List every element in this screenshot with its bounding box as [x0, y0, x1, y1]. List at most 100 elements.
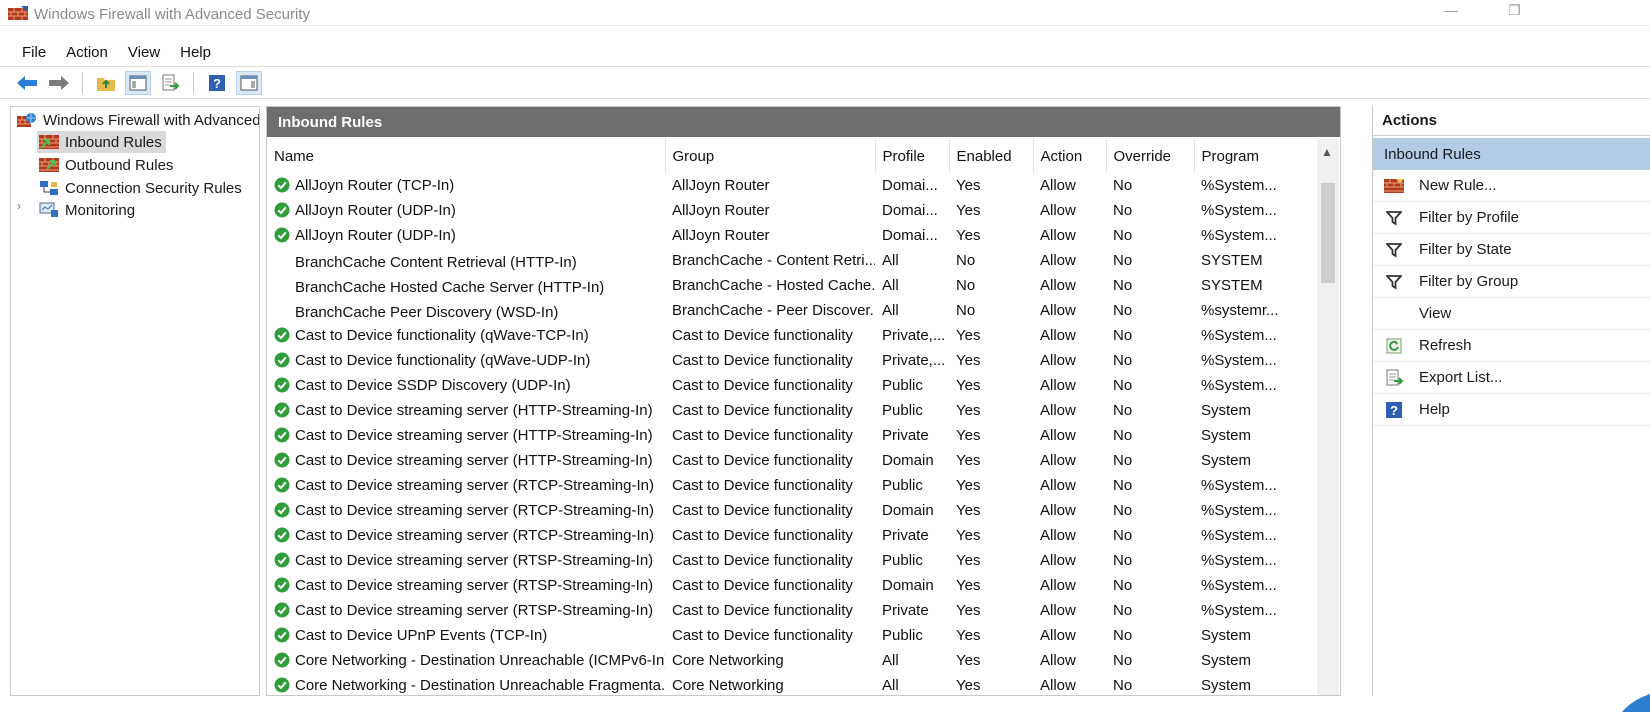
cell-override: No [1113, 452, 1133, 469]
column-header-program[interactable]: Program [1194, 139, 1318, 173]
table-row[interactable]: Cast to Device functionality (qWave-TCP-… [267, 323, 1317, 348]
cell-program: %System... [1201, 227, 1277, 244]
table-row[interactable]: BranchCache Peer Discovery (WSD-In) Branc… [267, 298, 1317, 323]
tree-item-outbound-rules[interactable]: Outbound Rules [39, 154, 173, 176]
action-refresh[interactable]: Refresh [1373, 330, 1650, 362]
corner-decoration-icon [1622, 694, 1650, 712]
action-label: Filter by Group [1419, 273, 1519, 290]
action-filter-by-profile[interactable]: Filter by Profile [1373, 202, 1650, 234]
tree-item-inbound-rules[interactable]: Inbound Rules [37, 131, 166, 153]
show-hide-console-tree-icon[interactable] [125, 70, 151, 95]
table-row[interactable]: BranchCache Content Retrieval (HTTP-In) B… [267, 248, 1317, 273]
table-row[interactable]: AllJoyn Router (UDP-In) AllJoyn Router Dom… [267, 223, 1317, 248]
table-row[interactable]: Core Networking - Destination Unreachabl… [267, 648, 1317, 673]
outbound-rules-icon [39, 158, 59, 172]
table-row[interactable]: Cast to Device streaming server (HTTP-St… [267, 448, 1317, 473]
column-header-profile[interactable]: Profile [875, 139, 950, 173]
table-row[interactable]: AllJoyn Router (TCP-In) AllJoyn Router Dom… [267, 173, 1317, 198]
actions-section-inbound-rules[interactable]: Inbound Rules [1373, 138, 1650, 170]
vertical-scrollbar[interactable]: ▲ [1317, 139, 1339, 695]
cell-group: Cast to Device functionality [672, 627, 853, 644]
cell-action: Allow [1040, 552, 1076, 569]
show-hide-action-pane-icon[interactable] [236, 70, 262, 95]
tree-root[interactable]: Windows Firewall with Advanced Security … [17, 109, 259, 131]
table-row[interactable]: Cast to Device SSDP Discovery (UDP-In) Ca… [267, 373, 1317, 398]
tree-item-connection-security-rules[interactable]: Connection Security Rules [39, 177, 242, 199]
forward-arrow-icon[interactable] [46, 71, 72, 95]
cell-action: Allow [1040, 577, 1076, 594]
menu-action[interactable]: Action [66, 44, 108, 61]
connection-security-icon [40, 181, 58, 195]
back-arrow-icon[interactable] [14, 71, 40, 95]
table-row[interactable]: Cast to Device streaming server (RTCP-St… [267, 473, 1317, 498]
cell-override: No [1113, 302, 1133, 319]
up-folder-icon[interactable] [93, 71, 119, 95]
help-icon: ? [1384, 401, 1404, 419]
cell-name: Core Networking - Destination Unreachabl… [267, 648, 665, 673]
cell-group: Cast to Device functionality [672, 577, 853, 594]
action-label: Filter by Profile [1419, 209, 1520, 226]
table-row[interactable]: Cast to Device functionality (qWave-UDP-… [267, 348, 1317, 373]
column-header-enabled[interactable]: Enabled [949, 139, 1034, 173]
menu-file[interactable]: File [22, 44, 46, 61]
cell-override: No [1113, 652, 1133, 669]
filter-icon [1384, 209, 1404, 227]
cell-name: Cast to Device functionality (qWave-TCP-… [267, 323, 665, 348]
cell-name: AllJoyn Router (TCP-In) [267, 173, 665, 198]
column-header-action[interactable]: Action [1033, 139, 1107, 173]
table-row[interactable]: Cast to Device streaming server (RTCP-St… [267, 498, 1317, 523]
action-export-list[interactable]: Export List... [1373, 362, 1650, 394]
cell-program: System [1201, 627, 1252, 644]
restore-icon[interactable]: ❐ [1508, 2, 1521, 19]
export-list-icon[interactable] [157, 71, 183, 95]
cell-enabled: Yes [956, 502, 981, 519]
blank-icon [274, 276, 290, 292]
cell-action: Allow [1040, 452, 1076, 469]
menu-view[interactable]: View [128, 44, 160, 61]
cell-action: Allow [1040, 477, 1076, 494]
table-row[interactable]: Cast to Device streaming server (RTSP-St… [267, 598, 1317, 623]
new-rule-icon [1384, 177, 1404, 195]
action-label: Filter by State [1419, 241, 1512, 258]
tree-item-monitoring[interactable]: Monitoring [39, 199, 135, 221]
cell-program: SYSTEM [1201, 252, 1263, 269]
title-bar: Windows Firewall with Advanced Security … [0, 0, 1650, 26]
action-filter-by-state[interactable]: Filter by State [1373, 234, 1650, 266]
help-icon[interactable]: ? [204, 71, 230, 95]
scroll-up-icon[interactable]: ▲ [1321, 145, 1333, 159]
toolbar-separator [82, 71, 83, 94]
actions-section-label: Inbound Rules [1384, 145, 1481, 163]
export-list-icon [1384, 369, 1404, 387]
column-header-override[interactable]: Override [1106, 139, 1195, 173]
minimize-icon[interactable]: — [1444, 2, 1458, 18]
table-row[interactable]: Cast to Device streaming server (HTTP-St… [267, 398, 1317, 423]
table-row[interactable]: Cast to Device streaming server (HTTP-St… [267, 423, 1317, 448]
cell-name: BranchCache Content Retrieval (HTTP-In) [267, 248, 665, 273]
column-header-group[interactable]: Group [665, 139, 876, 173]
blank-icon [274, 251, 290, 267]
rule-name: Cast to Device streaming server (HTTP-St… [295, 427, 653, 444]
cell-profile: Private [882, 427, 929, 444]
action-help[interactable]: ? Help [1373, 394, 1650, 426]
cell-profile: Private,... [882, 327, 946, 344]
column-header-name[interactable]: Name [267, 139, 666, 173]
action-new-rule[interactable]: New Rule... [1373, 170, 1650, 202]
blank-icon [1384, 305, 1404, 323]
refresh-icon [1384, 337, 1404, 355]
table-row[interactable]: Cast to Device streaming server (RTSP-St… [267, 573, 1317, 598]
action-view[interactable]: View [1373, 298, 1650, 330]
scroll-thumb[interactable] [1321, 183, 1335, 283]
menu-help[interactable]: Help [180, 44, 211, 61]
table-row[interactable]: Cast to Device streaming server (RTSP-St… [267, 548, 1317, 573]
table-row[interactable]: Cast to Device streaming server (RTCP-St… [267, 523, 1317, 548]
table-row[interactable]: AllJoyn Router (UDP-In) AllJoyn Router Dom… [267, 198, 1317, 223]
toolbar-separator [193, 71, 194, 94]
cell-enabled: No [956, 302, 976, 319]
table-row[interactable]: Core Networking - Destination Unreachabl… [267, 673, 1317, 695]
cell-override: No [1113, 177, 1133, 194]
chevron-right-icon[interactable]: › [17, 199, 21, 213]
table-row[interactable]: BranchCache Hosted Cache Server (HTTP-In… [267, 273, 1317, 298]
action-filter-by-group[interactable]: Filter by Group [1373, 266, 1650, 298]
table-row[interactable]: Cast to Device UPnP Events (TCP-In) Cast … [267, 623, 1317, 648]
cell-program: System [1201, 652, 1252, 669]
